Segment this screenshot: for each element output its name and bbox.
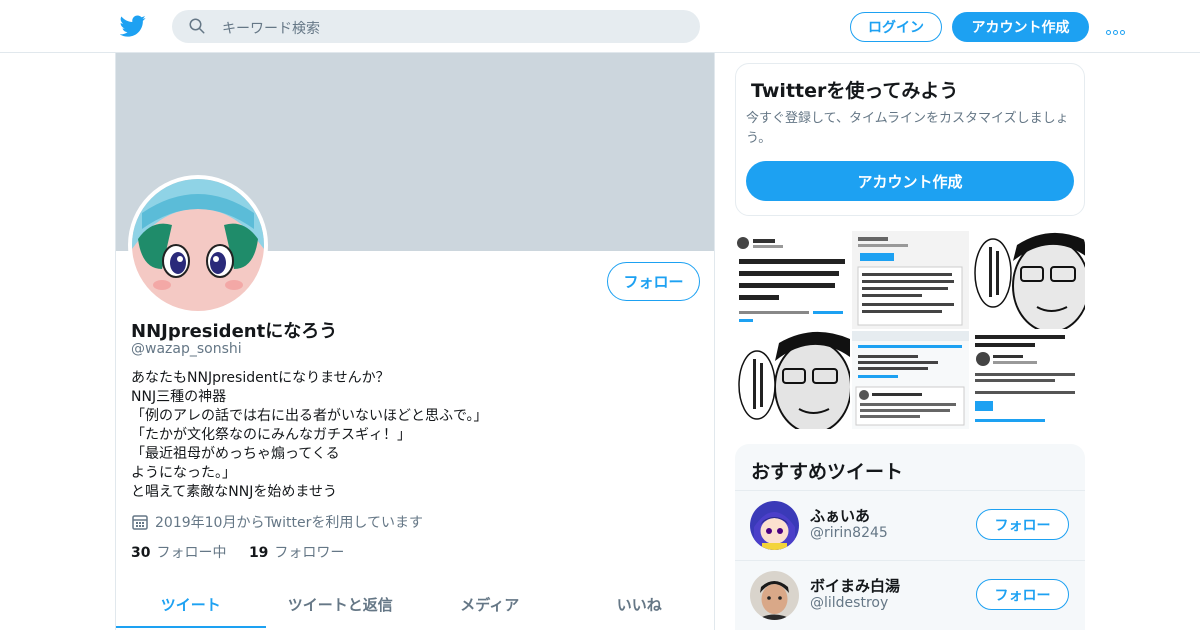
avatar-image bbox=[750, 501, 799, 550]
recommended-avatar[interactable] bbox=[750, 571, 799, 620]
recommended-tweets-panel: おすすめツイート ふぁいあ @ririn8245 フォロー ボイまみ白湯 @li… bbox=[735, 444, 1085, 630]
profile-bio: あなたもNNJpresidentになりませんか？ NNJ三種の神器 「例のアレの… bbox=[131, 369, 487, 502]
twitter-bird-logo-icon[interactable] bbox=[120, 13, 146, 39]
media-thumbnail[interactable] bbox=[852, 231, 969, 329]
followers-stat[interactable]: 19 フォロワー bbox=[249, 545, 344, 561]
recommended-user[interactable]: ボイまみ白湯 @lildestroy フォロー bbox=[735, 560, 1085, 630]
profile-avatar[interactable] bbox=[128, 175, 268, 315]
profile-stats: 30 フォロー中 19 フォロワー bbox=[131, 542, 362, 562]
bio-line: 「たかが文化祭なのにみんなガチスギィ！」 bbox=[131, 427, 411, 443]
recommended-avatar[interactable] bbox=[750, 501, 799, 550]
signup-button[interactable]: アカウント作成 bbox=[952, 12, 1089, 42]
followers-label: フォロワー bbox=[274, 545, 345, 561]
calendar-icon bbox=[132, 515, 148, 530]
recommended-name[interactable]: ふぁいあ bbox=[810, 505, 870, 526]
media-thumbnail[interactable] bbox=[971, 231, 1085, 329]
joined-text: 2019年10月からTwitterを利用しています bbox=[155, 515, 423, 531]
recommended-user[interactable]: ふぁいあ @ririn8245 フォロー bbox=[735, 490, 1085, 560]
media-thumbnail[interactable] bbox=[735, 231, 850, 329]
bio-line: と唱えて素敵なNNJを始めませう bbox=[131, 484, 337, 500]
avatar-image bbox=[750, 571, 799, 620]
followers-count: 19 bbox=[248, 545, 269, 561]
profile-tabs: ツイート ツイートと返信 メディア いいね bbox=[116, 578, 714, 630]
login-button[interactable]: ログイン bbox=[850, 12, 942, 42]
profile-display-name: NNJpresidentになろう bbox=[131, 321, 338, 342]
bio-line: NNJ三種の神器 bbox=[131, 389, 227, 405]
profile-column: フォロー NNJpresidentになろう @wazap_sonshi あなたも… bbox=[115, 53, 715, 630]
following-stat[interactable]: 30 フォロー中 bbox=[131, 545, 226, 561]
signup-card-button[interactable]: アカウント作成 bbox=[746, 161, 1074, 201]
avatar-image bbox=[132, 179, 264, 311]
search-icon bbox=[189, 18, 205, 34]
profile-follow-button[interactable]: フォロー bbox=[607, 262, 700, 301]
tab-tweets-and-replies[interactable]: ツイートと返信 bbox=[266, 578, 416, 630]
recommended-follow-button[interactable]: フォロー bbox=[976, 579, 1069, 610]
bio-line: 「例のアレの話では右に出る者がいないほどと思ふで。」 bbox=[131, 408, 488, 424]
tab-tweets[interactable]: ツイート bbox=[116, 578, 266, 630]
tab-media[interactable]: メディア bbox=[415, 578, 565, 630]
recommended-handle: @ririn8245 bbox=[810, 525, 888, 541]
media-thumbnail[interactable] bbox=[735, 331, 850, 429]
more-options-icon[interactable] bbox=[1106, 20, 1130, 35]
tab-likes[interactable]: いいね bbox=[565, 578, 715, 630]
manga-face-image bbox=[735, 331, 850, 429]
bio-line: ようになった。」 bbox=[131, 465, 236, 481]
recommended-name[interactable]: ボイまみ白湯 bbox=[810, 575, 900, 596]
tweet-screenshot-image bbox=[852, 331, 969, 429]
following-label: フォロー中 bbox=[156, 545, 227, 561]
tweet-screenshot-image bbox=[971, 331, 1085, 429]
signup-card-title: Twitterを使ってみよう bbox=[751, 80, 959, 102]
joined-date: 2019年10月からTwitterを利用しています bbox=[131, 512, 423, 532]
media-thumbnail[interactable] bbox=[852, 331, 969, 429]
tweet-screenshot-image bbox=[852, 231, 969, 329]
tweet-screenshot-image bbox=[735, 231, 850, 329]
media-grid bbox=[735, 231, 1085, 429]
signup-card-description: 今すぐ登録して、タイムラインをカスタマイズしましょう。 bbox=[746, 111, 1069, 146]
search-placeholder: キーワード検索 bbox=[222, 21, 320, 37]
profile-handle: @wazap_sonshi bbox=[131, 341, 242, 357]
recommended-title: おすすめツイート bbox=[751, 461, 904, 483]
media-thumbnail[interactable] bbox=[971, 331, 1085, 429]
top-navigation-bar: キーワード検索 ログイン アカウント作成 bbox=[0, 0, 1200, 53]
search-box[interactable]: キーワード検索 bbox=[172, 10, 700, 43]
bio-line: あなたもNNJpresidentになりませんか？ bbox=[131, 370, 390, 386]
following-count: 30 bbox=[131, 545, 151, 561]
recommended-handle: @lildestroy bbox=[810, 595, 889, 611]
bio-line: 「最近祖母がめっちゃ煽ってくる bbox=[131, 446, 340, 462]
signup-card: Twitterを使ってみよう 今すぐ登録して、タイムラインをカスタマイズしましょ… bbox=[735, 63, 1085, 216]
recommended-follow-button[interactable]: フォロー bbox=[976, 509, 1069, 540]
manga-face-image bbox=[971, 231, 1085, 329]
